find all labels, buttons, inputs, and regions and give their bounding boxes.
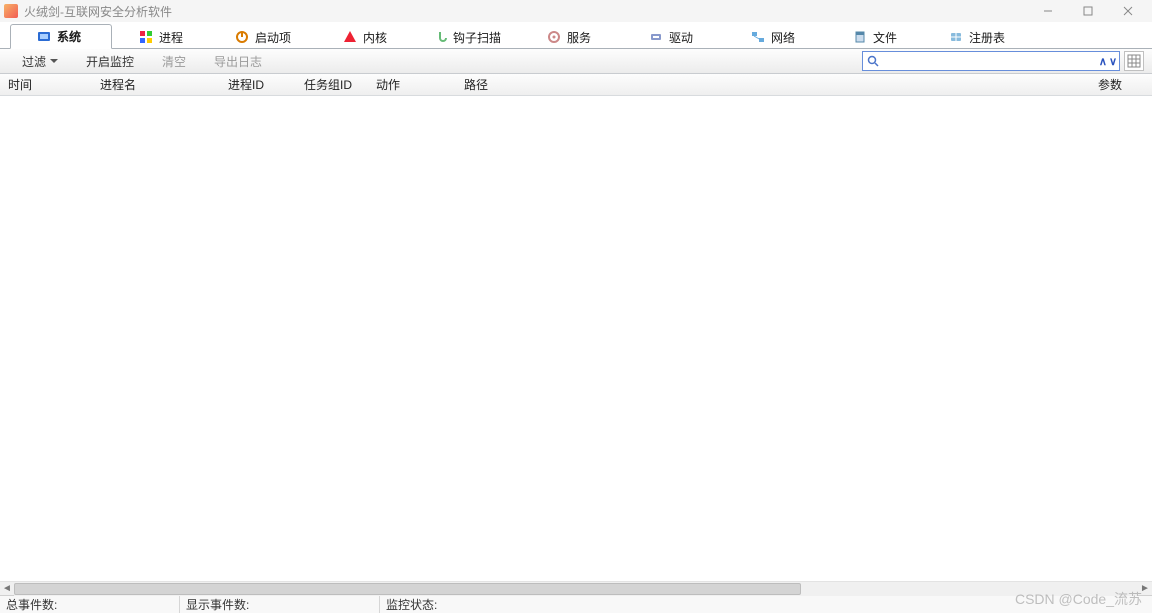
tab-process[interactable]: 进程: [112, 24, 214, 49]
tab-strip: 系统 进程 启动项 内核 钩子扫描 服务 驱动: [0, 22, 1152, 49]
tab-label: 钩子扫描: [453, 29, 501, 46]
tab-label: 文件: [873, 29, 897, 46]
tab-label: 网络: [771, 29, 795, 46]
tab-network[interactable]: 网络: [724, 24, 826, 49]
service-icon: [547, 30, 561, 44]
column-header-taskgroup[interactable]: 任务组ID: [296, 74, 368, 95]
driver-icon: [649, 30, 663, 44]
filter-button[interactable]: 过滤: [8, 50, 72, 73]
search-box[interactable]: ∧ ∨: [862, 51, 1120, 71]
network-icon: [751, 30, 765, 44]
tab-services[interactable]: 服务: [520, 24, 622, 49]
tab-label: 服务: [567, 29, 591, 46]
search-prev-button[interactable]: ∧: [1099, 55, 1107, 68]
tab-hook-scan[interactable]: 钩子扫描: [418, 24, 520, 49]
column-headers: 时间 进程名 进程ID 任务组ID 动作 路径 参数: [0, 74, 1152, 96]
clear-button[interactable]: 清空: [148, 50, 200, 73]
tab-kernel[interactable]: 内核: [316, 24, 418, 49]
toolbar: 过滤 开启监控 清空 导出日志 ∧ ∨: [0, 49, 1152, 74]
title-bar: 火绒剑-互联网安全分析软件: [0, 0, 1152, 22]
minimize-button[interactable]: [1028, 0, 1068, 22]
start-monitor-button[interactable]: 开启监控: [72, 50, 148, 73]
filter-label: 过滤: [22, 53, 46, 70]
startup-icon: [235, 30, 249, 44]
file-icon: [853, 30, 867, 44]
tab-label: 注册表: [969, 29, 1005, 46]
tab-drivers[interactable]: 驱动: [622, 24, 724, 49]
tab-label: 内核: [363, 29, 387, 46]
app-icon: [4, 4, 18, 18]
system-icon: [37, 30, 51, 44]
chevron-down-icon: [50, 59, 58, 63]
kernel-icon: [343, 30, 357, 44]
status-total-events: 总事件数:: [0, 596, 180, 613]
status-shown-events: 显示事件数:: [180, 596, 380, 613]
status-bar: 总事件数: 显示事件数: 监控状态:: [0, 595, 1152, 613]
column-header-time[interactable]: 时间: [0, 74, 92, 95]
maximize-button[interactable]: [1068, 0, 1108, 22]
scroll-track[interactable]: [14, 582, 1138, 596]
tab-label: 启动项: [255, 29, 291, 46]
process-icon: [139, 30, 153, 44]
hook-icon: [433, 30, 447, 44]
tab-label: 进程: [159, 29, 183, 46]
tab-files[interactable]: 文件: [826, 24, 928, 49]
scroll-thumb[interactable]: [14, 583, 801, 595]
status-monitor-state: 监控状态:: [380, 596, 580, 613]
column-header-action[interactable]: 动作: [368, 74, 456, 95]
horizontal-scrollbar[interactable]: ◄ ►: [0, 581, 1152, 595]
tab-system[interactable]: 系统: [10, 24, 112, 49]
search-icon: [867, 55, 879, 67]
tab-label: 驱动: [669, 29, 693, 46]
tab-registry[interactable]: 注册表: [928, 24, 1030, 49]
event-list: [0, 96, 1152, 581]
column-header-pid[interactable]: 进程ID: [220, 74, 296, 95]
column-header-params[interactable]: 参数: [1090, 74, 1152, 95]
tab-label: 系统: [57, 28, 81, 45]
export-log-label: 导出日志: [214, 53, 262, 70]
column-header-process[interactable]: 进程名: [92, 74, 220, 95]
search-input[interactable]: [883, 53, 1099, 69]
grid-view-button[interactable]: [1124, 51, 1144, 71]
export-log-button[interactable]: 导出日志: [200, 50, 276, 73]
search-next-button[interactable]: ∨: [1109, 55, 1117, 68]
start-monitor-label: 开启监控: [86, 53, 134, 70]
tab-startup[interactable]: 启动项: [214, 24, 316, 49]
scroll-left-button[interactable]: ◄: [0, 582, 14, 596]
registry-icon: [949, 30, 963, 44]
window-title: 火绒剑-互联网安全分析软件: [24, 3, 172, 20]
clear-label: 清空: [162, 53, 186, 70]
column-header-path[interactable]: 路径: [456, 74, 1090, 95]
scroll-right-button[interactable]: ►: [1138, 582, 1152, 596]
close-button[interactable]: [1108, 0, 1148, 22]
